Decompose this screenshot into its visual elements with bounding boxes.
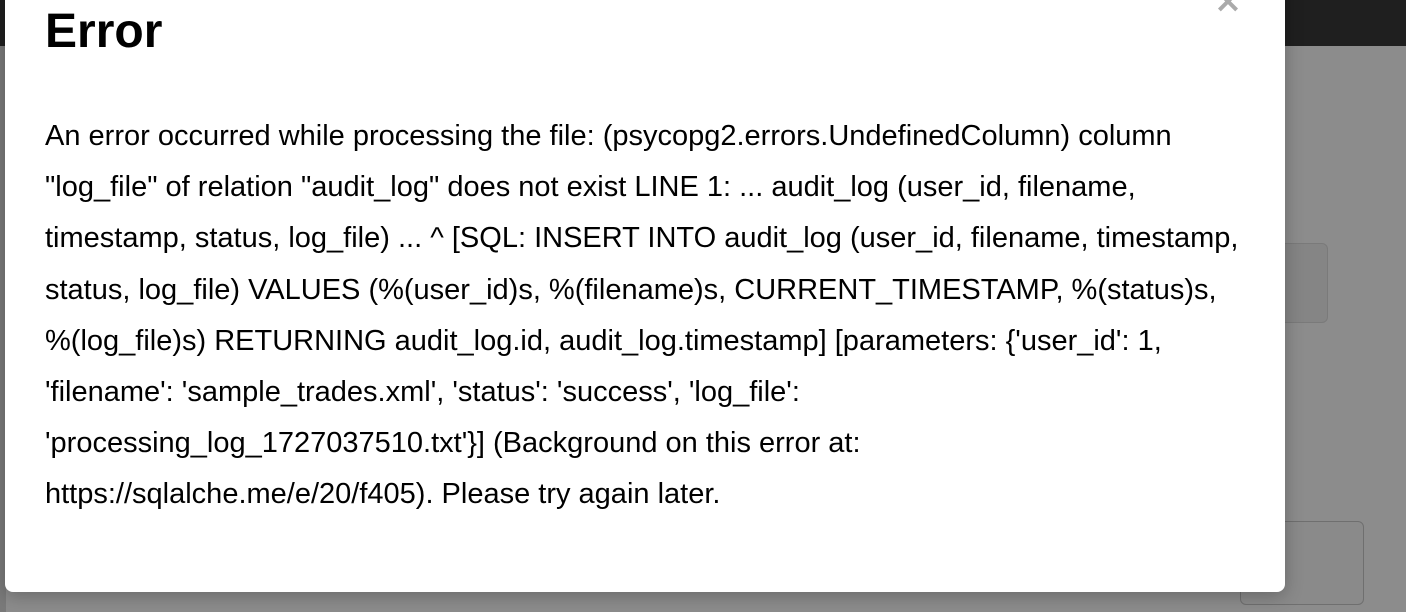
close-icon[interactable]: × bbox=[1211, 0, 1245, 18]
modal-title: Error bbox=[45, 5, 163, 58]
error-modal: × Error An error occurred while processi… bbox=[5, 0, 1285, 592]
error-message: An error occurred while processing the f… bbox=[45, 120, 1239, 511]
page: × Error An error occurred while processi… bbox=[0, 0, 1406, 612]
